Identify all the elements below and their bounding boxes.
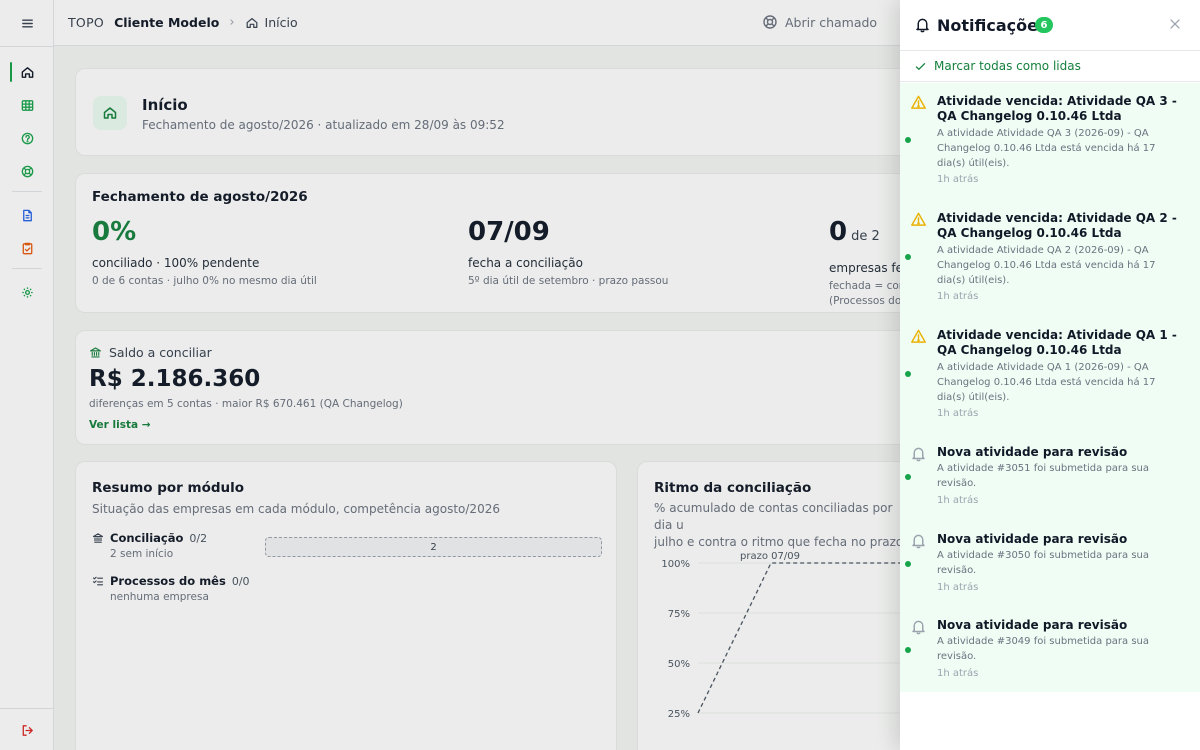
notification-title: Atividade vencida: Atividade QA 1 - QA C… [937,328,1177,357]
warning-icon [911,95,926,109]
bell-icon [916,18,929,33]
warning-icon [911,212,926,226]
notification-time: 1h atrás [937,408,979,419]
notification-body: A atividade #3049 foi submetida para sua… [937,636,1150,662]
unread-dot [905,647,911,653]
notification-title: Nova atividade para revisão [937,445,1128,459]
bell-icon [912,620,925,635]
notification-title: Atividade vencida: Atividade QA 2 - QA C… [937,211,1177,240]
notifications-header: Notificações 6 [900,0,1200,51]
warning-icon [911,329,926,343]
close-icon[interactable] [1168,17,1182,31]
notification-time: 1h atrás [937,174,979,185]
notifications-title: Notificações [937,16,1048,35]
notification-title: Nova atividade para revisão [937,532,1128,546]
unread-dot [905,137,911,143]
notification-body: A atividade Atividade QA 1 (2026-09) - Q… [937,362,1156,403]
mark-all-read-button[interactable]: Marcar todas como lidas [900,51,1200,82]
unread-dot [905,474,911,480]
notification-body: A atividade Atividade QA 2 (2026-09) - Q… [937,245,1156,286]
notification-time: 1h atrás [937,668,979,679]
backdrop-overlay[interactable] [0,0,900,750]
notification-title: Nova atividade para revisão [937,618,1128,632]
notification-body: A atividade #3050 foi submetida para sua… [937,550,1150,576]
notification-time: 1h atrás [937,582,979,593]
notifications-list: Atividade vencida: Atividade QA 3 - QA C… [900,83,1200,692]
unread-dot [905,371,911,377]
bell-icon [912,447,925,462]
notifications-count-badge: 6 [1035,17,1053,33]
notification-time: 1h atrás [937,495,979,506]
notification-title: Atividade vencida: Atividade QA 3 - QA C… [937,94,1177,123]
notification-body: A atividade #3051 foi submetida para sua… [937,463,1150,489]
notification-body: A atividade Atividade QA 3 (2026-09) - Q… [937,128,1156,169]
unread-dot [905,561,911,567]
notification-time: 1h atrás [937,291,979,302]
mark-all-read-label: Marcar todas como lidas [934,59,1081,73]
check-icon [915,62,926,70]
unread-dot [905,254,911,260]
bell-icon [912,534,925,549]
notifications-panel: Notificações 6 Marcar todas como lidas A… [900,0,1200,750]
